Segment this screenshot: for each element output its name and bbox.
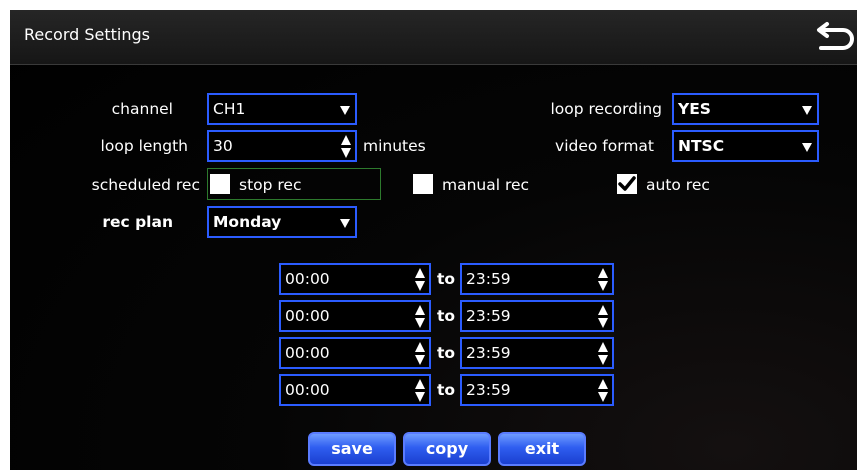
spinner-arrows-icon[interactable] [341, 135, 352, 159]
title-bar: Record Settings [10, 10, 857, 65]
manual-rec-checkbox[interactable] [413, 174, 433, 194]
loop-recording-value: YES [678, 100, 711, 118]
end-time-stepper[interactable]: 23:59 [460, 263, 614, 295]
loop-length-stepper[interactable]: 30 [207, 130, 357, 162]
dropdown-arrow-icon [340, 106, 350, 115]
to-label: to [437, 307, 456, 325]
spinner-arrows-icon[interactable] [415, 379, 426, 403]
exit-button[interactable]: exit [498, 432, 586, 466]
rec-plan-label: rec plan [102, 213, 173, 231]
spinner-arrows-icon[interactable] [415, 342, 426, 366]
start-time-stepper[interactable]: 00:00 [279, 374, 431, 406]
start-time-stepper[interactable]: 00:00 [279, 337, 431, 369]
start-time-stepper[interactable]: 00:00 [279, 300, 431, 332]
dropdown-arrow-icon [802, 106, 812, 115]
video-format-select[interactable]: NTSC [672, 130, 819, 162]
dropdown-arrow-icon [340, 219, 350, 228]
spinner-arrows-icon[interactable] [598, 268, 609, 292]
auto-rec-label: auto rec [646, 176, 710, 194]
return-arrow-icon[interactable] [813, 16, 855, 58]
video-format-label: video format [555, 137, 654, 155]
channel-select[interactable]: CH1 [207, 93, 357, 125]
to-label: to [437, 381, 456, 399]
copy-button[interactable]: copy [403, 432, 491, 466]
stop-rec-checkbox[interactable] [210, 174, 230, 194]
record-settings-screen: Record Settings channel CH1 loop recordi… [10, 10, 857, 470]
loop-length-unit: minutes [363, 137, 426, 155]
end-time-stepper[interactable]: 23:59 [460, 337, 614, 369]
stop-rec-label: stop rec [239, 176, 302, 194]
start-time-stepper[interactable]: 00:00 [279, 263, 431, 295]
end-time-value: 23:59 [466, 344, 511, 362]
loop-recording-label: loop recording [550, 100, 662, 118]
spinner-arrows-icon[interactable] [598, 379, 609, 403]
auto-rec-checkbox[interactable] [617, 174, 637, 194]
end-time-stepper[interactable]: 23:59 [460, 374, 614, 406]
manual-rec-label: manual rec [442, 176, 530, 194]
loop-length-label: loop length [100, 137, 188, 155]
end-time-stepper[interactable]: 23:59 [460, 300, 614, 332]
end-time-value: 23:59 [466, 381, 511, 399]
loop-recording-select[interactable]: YES [672, 93, 819, 125]
start-time-value: 00:00 [285, 344, 330, 362]
save-button[interactable]: save [308, 432, 396, 466]
spinner-arrows-icon[interactable] [598, 342, 609, 366]
to-label: to [437, 344, 456, 362]
spinner-arrows-icon[interactable] [415, 268, 426, 292]
to-label: to [437, 270, 456, 288]
rec-plan-value: Monday [213, 213, 282, 231]
start-time-value: 00:00 [285, 270, 330, 288]
checkmark-icon [618, 176, 636, 191]
dropdown-arrow-icon [802, 143, 812, 152]
spinner-arrows-icon[interactable] [598, 305, 609, 329]
scheduled-rec-label: scheduled rec [91, 176, 200, 194]
start-time-value: 00:00 [285, 381, 330, 399]
rec-plan-select[interactable]: Monday [207, 206, 357, 238]
loop-length-value: 30 [213, 137, 233, 155]
end-time-value: 23:59 [466, 307, 511, 325]
end-time-value: 23:59 [466, 270, 511, 288]
spinner-arrows-icon[interactable] [415, 305, 426, 329]
page-title: Record Settings [24, 25, 150, 44]
start-time-value: 00:00 [285, 307, 330, 325]
channel-label: channel [111, 100, 173, 118]
channel-value: CH1 [213, 100, 246, 118]
video-format-value: NTSC [678, 137, 725, 155]
